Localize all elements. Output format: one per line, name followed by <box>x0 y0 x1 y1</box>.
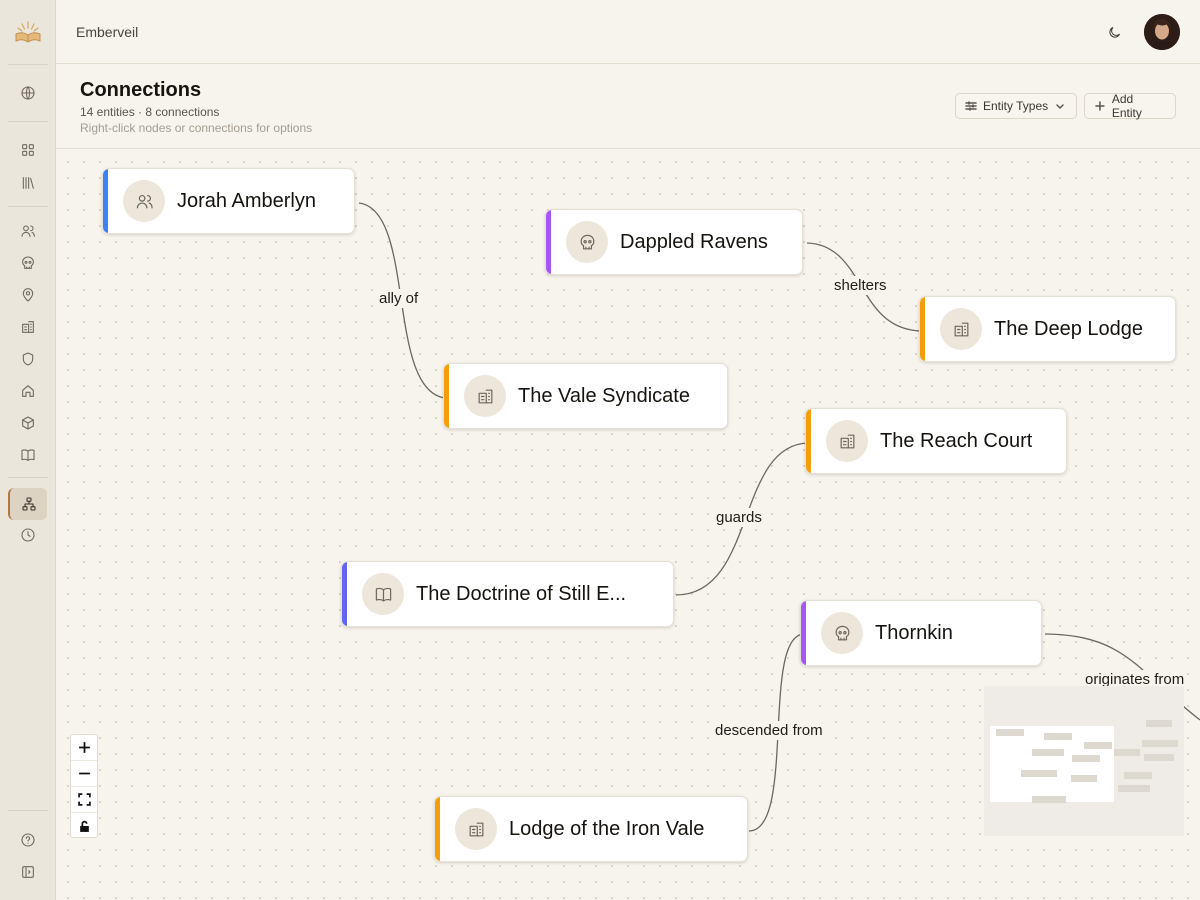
type-color-bar <box>546 210 551 274</box>
sidebar-divider <box>8 477 48 478</box>
help-icon[interactable] <box>15 827 41 853</box>
plus-icon <box>1095 101 1105 111</box>
minimap[interactable] <box>984 686 1184 836</box>
clock-icon[interactable] <box>15 522 41 548</box>
minimap-node <box>1072 755 1100 762</box>
minimap-node <box>1044 733 1072 740</box>
minimap-node <box>1071 775 1097 782</box>
type-color-bar <box>801 601 806 665</box>
network-icon[interactable] <box>8 488 47 520</box>
home-icon[interactable] <box>15 378 41 404</box>
node-label: Thornkin <box>875 621 953 644</box>
zoom-out-button[interactable] <box>71 761 97 787</box>
type-color-bar <box>444 364 449 428</box>
sidebar-divider <box>8 206 48 207</box>
edge-label[interactable]: descended from <box>712 721 826 740</box>
skull-icon <box>821 612 863 654</box>
building-icon <box>455 808 497 850</box>
minimap-node <box>1114 749 1140 756</box>
shield-icon[interactable] <box>15 346 41 372</box>
node-jorah-amberlyn[interactable]: Jorah Amberlyn <box>102 168 355 234</box>
zoom-controls <box>70 734 98 838</box>
lock-icon <box>79 820 89 832</box>
type-color-bar <box>342 562 347 626</box>
minimap-node <box>1144 754 1174 761</box>
graph-canvas[interactable]: ally of shelters guards descended from o… <box>56 150 1200 900</box>
type-color-bar <box>920 297 925 361</box>
page-title: Connections <box>80 79 202 101</box>
node-label: The Deep Lodge <box>994 317 1144 340</box>
node-the-doctrine[interactable]: The Doctrine of Still E... <box>341 561 674 627</box>
lock-button[interactable] <box>71 813 97 839</box>
minimap-node <box>1142 740 1178 747</box>
node-label: The Doctrine of Still E... <box>416 582 627 605</box>
minimap-node <box>1124 772 1152 779</box>
building-icon[interactable] <box>15 314 41 340</box>
node-label: Dappled Ravens <box>620 230 768 253</box>
node-thornkin[interactable]: Thornkin <box>800 600 1042 666</box>
minimap-node <box>1032 796 1066 803</box>
sidebar <box>0 0 56 900</box>
minimap-node <box>1146 720 1172 727</box>
sidebar-divider <box>8 810 48 811</box>
add-entity-label: Add Entity <box>1111 92 1142 120</box>
book-icon[interactable] <box>15 442 41 468</box>
sidebar-divider <box>8 64 48 65</box>
box-icon[interactable] <box>15 410 41 436</box>
node-label: Lodge of the Iron Vale <box>509 817 705 840</box>
entity-types-label: Entity Types <box>983 99 1049 113</box>
type-color-bar <box>435 797 440 861</box>
add-entity-button[interactable]: Add Entity <box>1084 92 1176 120</box>
node-the-deep-lodge[interactable]: The Deep Lodge <box>919 296 1176 362</box>
node-dappled-ravens[interactable]: Dappled Ravens <box>545 209 803 275</box>
panel-toggle-icon[interactable] <box>15 859 41 885</box>
type-color-bar <box>103 169 108 233</box>
avatar[interactable] <box>1144 14 1180 50</box>
globe-icon[interactable] <box>15 80 41 106</box>
minimap-node <box>996 729 1024 736</box>
node-lodge-of-the-iron-vale[interactable]: Lodge of the Iron Vale <box>434 796 748 862</box>
minus-icon <box>78 772 90 775</box>
fit-view-button[interactable] <box>71 787 97 813</box>
minimap-node <box>1118 785 1150 792</box>
library-icon[interactable] <box>15 170 41 196</box>
plus-icon <box>78 742 90 753</box>
building-icon <box>464 375 506 417</box>
edge-label[interactable]: guards <box>713 508 765 527</box>
node-label: The Reach Court <box>880 429 1033 452</box>
node-label: The Vale Syndicate <box>518 384 690 407</box>
page-header: Connections 14 entities · 8 connections … <box>56 64 1200 149</box>
fit-view-icon <box>77 793 91 806</box>
map-pin-icon[interactable] <box>15 282 41 308</box>
entity-types-filter[interactable]: Entity Types <box>955 93 1077 119</box>
edge-label[interactable]: ally of <box>376 289 422 308</box>
moon-icon[interactable] <box>1104 22 1124 42</box>
minimap-node <box>1021 770 1057 777</box>
users-icon <box>123 180 165 222</box>
type-color-bar <box>806 409 811 473</box>
app-name: Emberveil <box>76 24 139 40</box>
minimap-node <box>1032 749 1064 756</box>
skull-icon <box>566 221 608 263</box>
entity-count: 14 entities · 8 connections <box>80 105 220 119</box>
app-logo-icon[interactable] <box>12 18 44 46</box>
minimap-node <box>1084 742 1112 749</box>
zoom-in-button[interactable] <box>71 735 97 761</box>
top-bar: Emberveil <box>56 0 1200 64</box>
dashboard-icon[interactable] <box>15 137 41 163</box>
page-hint: Right-click nodes or connections for opt… <box>80 121 313 135</box>
sidebar-divider <box>8 121 48 122</box>
edge-label[interactable]: shelters <box>831 276 890 295</box>
book-icon <box>362 573 404 615</box>
node-label: Jorah Amberlyn <box>177 189 316 212</box>
node-the-vale-syndicate[interactable]: The Vale Syndicate <box>443 363 728 429</box>
sliders-icon <box>965 101 977 111</box>
users-icon[interactable] <box>15 218 41 244</box>
building-icon <box>940 308 982 350</box>
chevron-down-icon <box>1056 104 1064 110</box>
node-the-reach-court[interactable]: The Reach Court <box>805 408 1067 474</box>
building-icon <box>826 420 868 462</box>
skull-icon[interactable] <box>15 250 41 276</box>
